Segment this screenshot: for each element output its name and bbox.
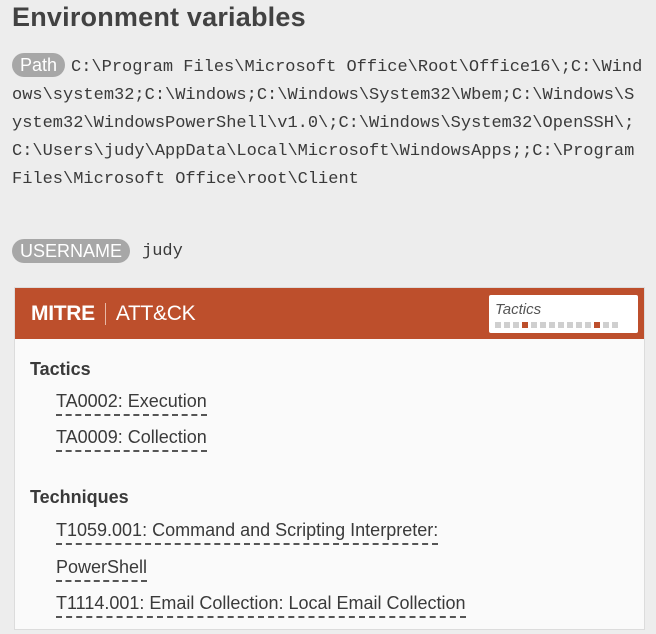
mitre-header-bar: MITRE ATT&CK Tactics [15,288,644,339]
page: Environment variables Path C:\Program Fil… [0,0,656,634]
technique-link-email-collection[interactable]: T1114.001: Email Collection: Local Email… [56,592,466,618]
technique-link-powershell-cont[interactable]: PowerShell [56,556,148,582]
username-variable: USERNAME judy [12,239,183,263]
techniques-heading: Techniques [30,487,129,507]
tactic-link-collection[interactable]: TA0009: Collection [56,426,207,452]
path-value: C:\Program Files\Microsoft Office\Root\O… [12,58,643,189]
username-label-badge: USERNAME [12,239,131,263]
technique-link-powershell[interactable]: T1059.001: Command and Scripting Interpr… [56,519,439,545]
mitre-attack-card: MITRE ATT&CK Tactics Tactics TA0002: Exe… [14,287,645,630]
tactic-link-execution[interactable]: TA0002: Execution [56,390,207,416]
mitre-logo-text: MITRE [31,301,95,325]
logo-separator [104,302,106,325]
path-variable: Path C:\Program Files\Microsoft Office\Ro… [12,52,644,194]
environment-variables-title: Environment variables [12,2,306,32]
mitre-attack-logo: MITRE ATT&CK [31,301,196,326]
username-value: judy [142,241,183,261]
tactics-matrix-thumbnail[interactable]: Tactics [489,295,638,333]
attack-logo-text: ATT&CK [115,301,196,325]
tactics-heading: Tactics [30,359,91,379]
tactics-dots-icon [495,322,618,328]
tactics-box-label: Tactics [495,301,542,318]
path-label-badge: Path [12,52,66,77]
